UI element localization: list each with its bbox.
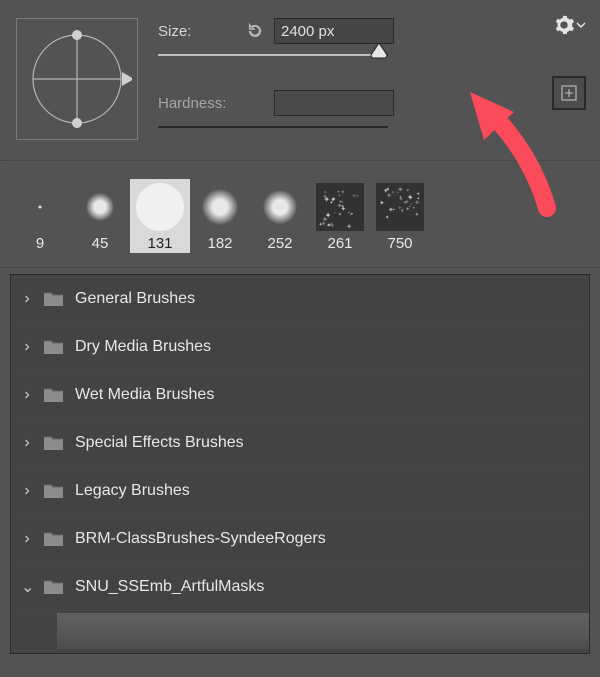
folder-icon (43, 482, 65, 500)
folder-row[interactable]: › General Brushes (11, 275, 589, 323)
gear-icon[interactable] (553, 14, 586, 36)
brush-angle-control[interactable] (16, 18, 138, 140)
brush-thumbnail[interactable]: 131 (130, 179, 190, 253)
folder-name: Dry Media Brushes (75, 338, 211, 356)
brush-thumbnail[interactable]: ✦✦✦✦✦✦✦✦✦✦✦✦✦✦✦✦✦✦✦✦✦✦✦✦✦✦✦✦✦✦261 (310, 179, 370, 253)
brush-preview-item[interactable] (57, 613, 589, 649)
chevron-right-icon[interactable]: › (21, 530, 33, 548)
chevron-right-icon[interactable]: › (21, 386, 33, 404)
folder-icon (43, 338, 65, 356)
brush-thumbnails: 9 45 131 182 252 ✦✦✦✦✦✦✦✦✦✦✦✦✦✦✦✦✦✦✦✦✦✦✦✦✦✦✦✦… (0, 161, 600, 268)
reset-size-icon[interactable] (244, 22, 266, 40)
chevron-right-icon[interactable]: › (21, 434, 33, 452)
brush-size-label: 750 (387, 235, 412, 252)
hardness-label: Hardness: (158, 95, 236, 112)
folder-row[interactable]: › Special Effects Brushes (11, 419, 589, 467)
chevron-right-icon[interactable]: › (21, 482, 33, 500)
brush-size-label: 9 (36, 235, 44, 252)
brush-size-label: 182 (207, 235, 232, 252)
brush-thumbnail[interactable]: ✦✦✦✦✦✦✦✦✦✦✦✦✦✦✦✦✦✦✦✦✦✦✦✦✦✦✦✦✦✦750 (370, 179, 430, 253)
chevron-right-icon[interactable]: › (21, 290, 33, 308)
folder-row[interactable]: › Wet Media Brushes (11, 371, 589, 419)
folder-name: Special Effects Brushes (75, 434, 244, 452)
hardness-input (274, 90, 394, 116)
folder-name: General Brushes (75, 290, 195, 308)
folder-row[interactable]: › BRM-ClassBrushes-SyndeeRogers (11, 515, 589, 563)
new-brush-button[interactable] (552, 76, 586, 110)
brush-folder-tree[interactable]: › General Brushes › Dry Media Brushes › Wet M… (10, 274, 590, 654)
folder-row[interactable]: › Dry Media Brushes (11, 323, 589, 371)
folder-name: Legacy Brushes (75, 482, 190, 500)
folder-icon (43, 578, 65, 596)
chevron-right-icon[interactable]: › (21, 338, 33, 356)
folder-name: BRM-ClassBrushes-SyndeeRogers (75, 530, 326, 548)
folder-name: Wet Media Brushes (75, 386, 214, 404)
size-input[interactable] (274, 18, 394, 44)
folder-icon (43, 434, 65, 452)
brush-thumbnail[interactable]: 182 (190, 179, 250, 253)
folder-icon (43, 530, 65, 548)
folder-row[interactable]: › Legacy Brushes (11, 467, 589, 515)
hardness-slider (158, 122, 388, 132)
brush-size-label: 131 (147, 235, 172, 252)
brush-thumbnail[interactable]: 252 (250, 179, 310, 253)
brush-size-label: 261 (327, 235, 352, 252)
folder-icon (43, 290, 65, 308)
folder-icon (43, 386, 65, 404)
brush-size-label: 252 (267, 235, 292, 252)
size-slider[interactable] (158, 50, 388, 60)
chevron-down-icon[interactable]: ⌄ (21, 577, 33, 597)
folder-row[interactable]: ⌄ SNU_SSEmb_ArtfulMasks (11, 563, 589, 611)
folder-name: SNU_SSEmb_ArtfulMasks (75, 578, 264, 596)
brush-thumbnail[interactable]: 9 (10, 179, 70, 253)
brush-thumbnail[interactable]: 45 (70, 179, 130, 253)
size-label: Size: (158, 23, 236, 40)
brush-size-label: 45 (92, 235, 109, 252)
